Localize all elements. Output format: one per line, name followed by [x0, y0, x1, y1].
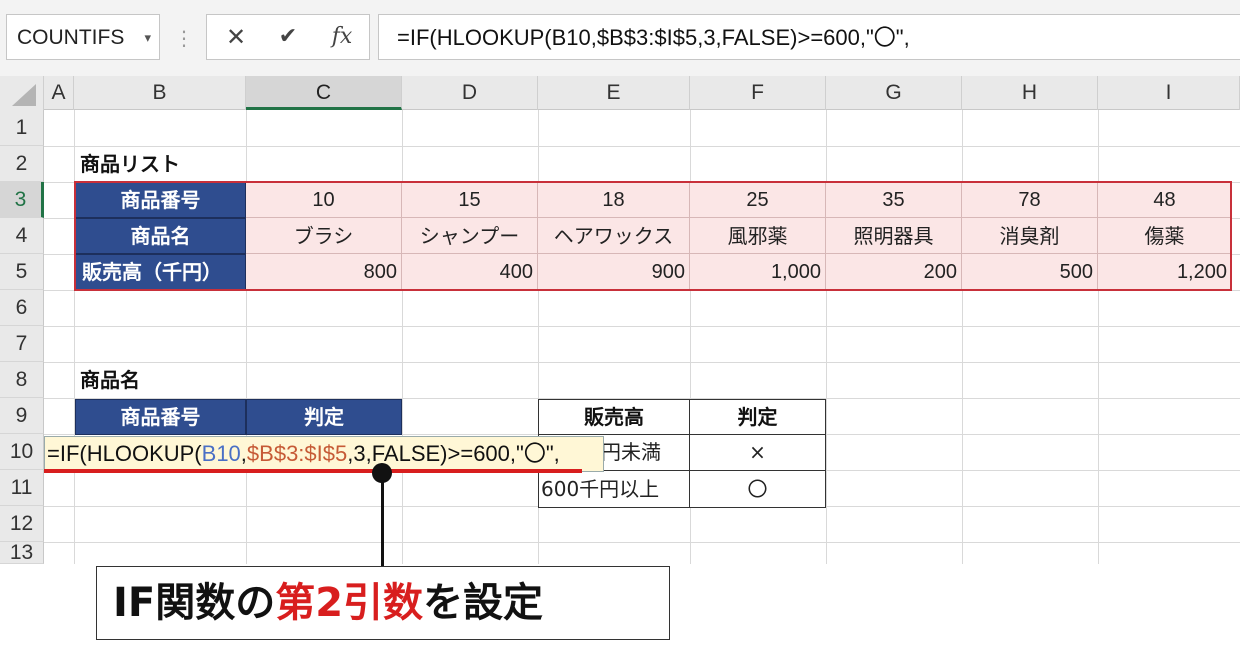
name-box-value: COUNTIFS: [17, 26, 125, 49]
formula-prefix: =IF(HLOOKUP(: [47, 441, 202, 466]
column-header-c[interactable]: C: [246, 76, 402, 110]
gridline: [402, 110, 403, 564]
row-header-8[interactable]: 8: [0, 362, 44, 398]
criteria-judge-circle[interactable]: 〇: [689, 470, 826, 508]
lookup-header-judge[interactable]: 判定: [246, 399, 402, 435]
callout-text-1: IF関数の: [113, 580, 276, 626]
gridline: [74, 110, 75, 564]
row-header-6[interactable]: 6: [0, 290, 44, 326]
gridline: [826, 110, 827, 564]
gridline: [44, 542, 1240, 543]
callout-text-highlight: 第2引数: [275, 580, 424, 626]
insert-function-icon[interactable]: fx: [325, 15, 359, 59]
column-header-b[interactable]: B: [74, 76, 246, 110]
formula-ref-range: $B$3:$I$5: [246, 441, 348, 466]
row-header-10[interactable]: 10: [0, 434, 44, 470]
product-list-title: 商品リスト: [80, 152, 180, 176]
row-header-5[interactable]: 5: [0, 254, 44, 290]
enter-icon[interactable]: ✔: [273, 15, 303, 59]
gridline: [962, 110, 963, 564]
row-header-1[interactable]: 1: [0, 110, 44, 146]
lookup-title: 商品名: [80, 368, 140, 392]
gridline: [246, 110, 247, 564]
column-header-f[interactable]: F: [690, 76, 826, 110]
cell-edit-formula[interactable]: =IF(HLOOKUP(B10,$B$3:$I$5,3,FALSE)>=600,…: [44, 436, 604, 472]
name-box[interactable]: COUNTIFS ▾: [6, 14, 160, 60]
row-header-2[interactable]: 2: [0, 146, 44, 182]
gridline: [1098, 110, 1099, 564]
callout-text-2: を設定: [423, 580, 544, 626]
column-header-a[interactable]: A: [44, 76, 74, 110]
select-all-triangle-icon: [12, 84, 36, 106]
row-header-9[interactable]: 9: [0, 398, 44, 434]
row-header-4[interactable]: 4: [0, 218, 44, 254]
row-header-12[interactable]: 12: [0, 506, 44, 542]
criteria-header-judge[interactable]: 判定: [689, 399, 826, 435]
column-header-d[interactable]: D: [402, 76, 538, 110]
column-header-i[interactable]: I: [1098, 76, 1240, 110]
column-header-g[interactable]: G: [826, 76, 962, 110]
column-header-e[interactable]: E: [538, 76, 690, 110]
range-selection-highlight: [74, 181, 1232, 291]
criteria-sales-over[interactable]: 600千円以上: [538, 470, 690, 508]
column-header-h[interactable]: H: [962, 76, 1098, 110]
row-header-11[interactable]: 11: [0, 470, 44, 506]
callout-pointer-line: [381, 472, 384, 572]
gridline: [44, 326, 1240, 327]
row-header-13[interactable]: 13: [0, 542, 44, 564]
formula-ref-b10: B10: [201, 441, 241, 466]
callout-pointer-dot: [372, 463, 392, 483]
row-header-7[interactable]: 7: [0, 326, 44, 362]
criteria-header-sales[interactable]: 販売高: [538, 399, 690, 435]
more-options-icon: ⋮: [174, 26, 194, 50]
chevron-down-icon[interactable]: ▾: [144, 15, 151, 61]
callout-box: IF関数の第2引数を設定: [96, 566, 670, 640]
cancel-icon[interactable]: ✕: [221, 15, 251, 59]
formula-underline: [44, 469, 582, 473]
formula-buttons: ✕ ✔ fx: [206, 14, 370, 60]
row-header-3[interactable]: 3: [0, 182, 44, 218]
criteria-judge-cross[interactable]: ×: [689, 434, 826, 471]
formula-input[interactable]: =IF(HLOOKUP(B10,$B$3:$I$5,3,FALSE)>=600,…: [378, 14, 1240, 60]
lookup-header-number[interactable]: 商品番号: [75, 399, 246, 435]
